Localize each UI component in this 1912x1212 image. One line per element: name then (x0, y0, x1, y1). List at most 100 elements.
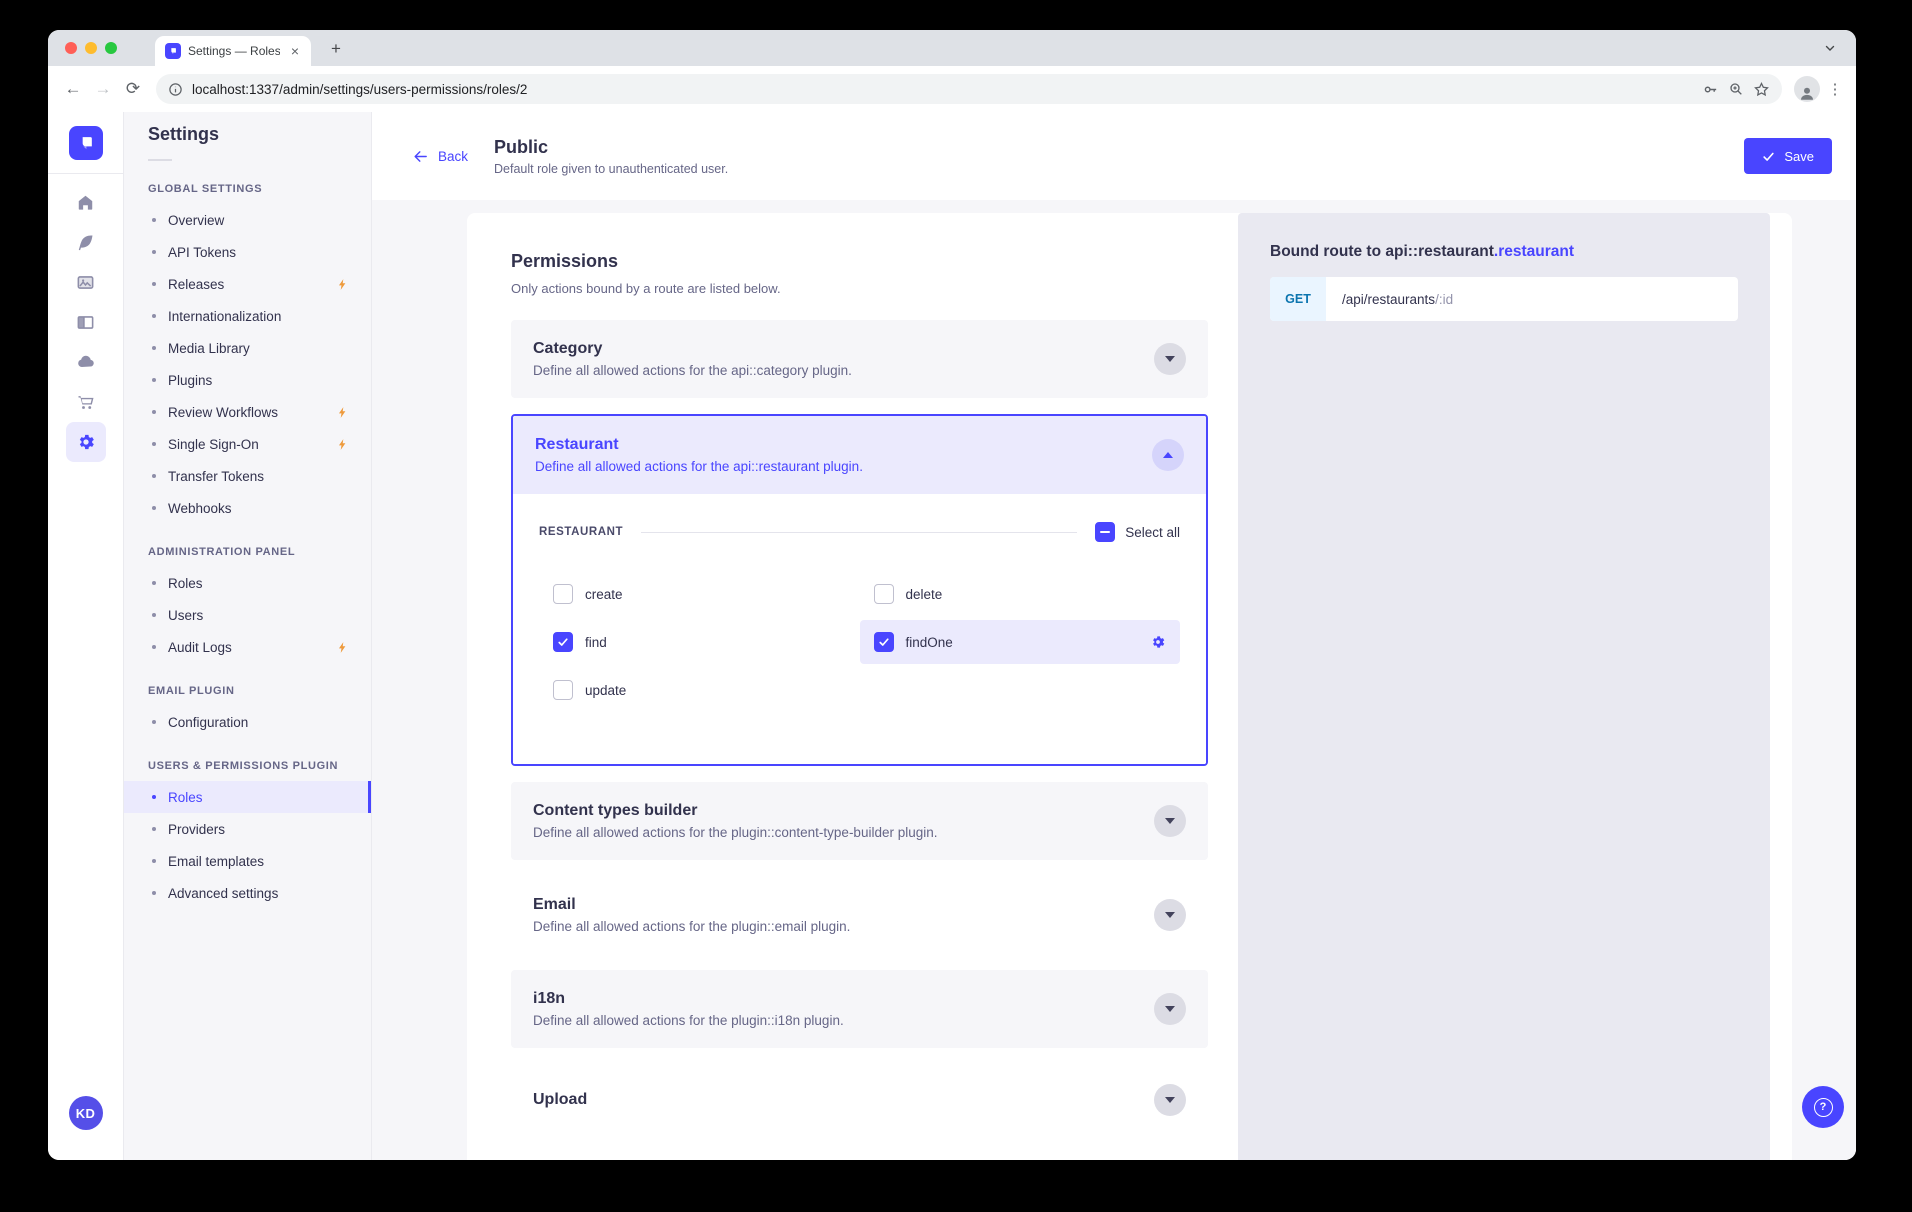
browser-tab[interactable]: Settings — Roles | Strapi × (155, 36, 311, 66)
back-label[interactable]: Back (438, 149, 468, 164)
content-manager-icon[interactable] (66, 222, 106, 262)
tab-search-chevron-icon[interactable] (1818, 37, 1842, 59)
sidebar-item-plugins[interactable]: Plugins (124, 364, 371, 396)
chevron-triangle (1165, 912, 1175, 918)
permission-section-row: RESTAURANTSelect all (539, 522, 1180, 542)
maximize-window-button[interactable] (105, 42, 117, 54)
browser-profile-avatar[interactable] (1794, 76, 1820, 102)
marketplace-cart-icon[interactable] (66, 382, 106, 422)
expand-chevron-icon[interactable] (1154, 993, 1186, 1025)
permission-row-findone[interactable]: findOne (860, 620, 1181, 664)
expand-chevron-icon[interactable] (1154, 805, 1186, 837)
zoom-page-icon[interactable] (1728, 81, 1744, 97)
permission-label: findOne (906, 635, 953, 650)
sidebar-item-releases[interactable]: Releases (124, 268, 371, 300)
expand-chevron-icon[interactable] (1154, 899, 1186, 931)
sidebar-item-api-tokens[interactable]: API Tokens (124, 236, 371, 268)
close-window-button[interactable] (65, 42, 77, 54)
permission-row-find[interactable]: find (539, 620, 860, 664)
checkbox-find[interactable] (553, 632, 573, 652)
sidebar-item-review-workflows[interactable]: Review Workflows (124, 396, 371, 428)
accordion-title-block: i18nDefine all allowed actions for the p… (533, 990, 844, 1028)
accordion-description: Define all allowed actions for the plugi… (533, 825, 938, 840)
permissions-subtitle: Only actions bound by a route are listed… (511, 281, 1208, 296)
sidebar-item-roles[interactable]: Roles (124, 781, 371, 813)
checkbox-findone[interactable] (874, 632, 894, 652)
accordion-description: Define all allowed actions for the api::… (533, 363, 852, 378)
browser-menu-icon[interactable]: ⋮ (1824, 75, 1846, 103)
checkbox-create[interactable] (553, 584, 573, 604)
strapi-favicon-icon (165, 43, 181, 59)
deploy-cloud-icon[interactable] (66, 342, 106, 382)
accordion-header-email[interactable]: EmailDefine all allowed actions for the … (511, 876, 1208, 954)
permissions-title: Permissions (511, 251, 1208, 272)
site-info-icon[interactable] (168, 82, 183, 97)
sidebar-item-providers[interactable]: Providers (124, 813, 371, 845)
accordion-header-category[interactable]: CategoryDefine all allowed actions for t… (511, 320, 1208, 398)
sidebar-item-webhooks[interactable]: Webhooks (124, 492, 371, 524)
route-path-main: /api/restaurants (1342, 292, 1435, 307)
sidebar-item-transfer-tokens[interactable]: Transfer Tokens (124, 460, 371, 492)
sidebar-item-audit-logs[interactable]: Audit Logs (124, 631, 371, 663)
new-tab-button[interactable]: + (323, 36, 349, 62)
url-text[interactable]: localhost:1337/admin/settings/users-perm… (192, 82, 1693, 97)
select-all-control[interactable]: Select all (1095, 522, 1180, 542)
reload-icon[interactable]: ⟳ (118, 74, 148, 104)
checkbox-delete[interactable] (874, 584, 894, 604)
chevron-triangle (1163, 452, 1173, 458)
bullet-icon (152, 250, 156, 254)
forward-navigation-icon[interactable]: → (88, 74, 118, 104)
accordion-header-restaurant[interactable]: RestaurantDefine all allowed actions for… (513, 416, 1206, 494)
sidebar-item-single-sign-on[interactable]: Single Sign-On (124, 428, 371, 460)
sidebar-item-email-templates[interactable]: Email templates (124, 845, 371, 877)
settings-gear-icon[interactable] (66, 422, 106, 462)
media-library-icon[interactable] (66, 262, 106, 302)
accordion-title-block: EmailDefine all allowed actions for the … (533, 896, 850, 934)
permission-row-update[interactable]: update (539, 668, 860, 712)
sidebar-item-label: Email templates (168, 854, 264, 869)
accordion-header-i18n[interactable]: i18nDefine all allowed actions for the p… (511, 970, 1208, 1048)
accordion-header-content-types-builder[interactable]: Content types builderDefine all allowed … (511, 782, 1208, 860)
close-tab-icon[interactable]: × (287, 42, 303, 60)
user-avatar[interactable]: KD (69, 1096, 103, 1130)
save-label: Save (1784, 149, 1814, 164)
password-key-icon[interactable] (1702, 81, 1719, 98)
sidebar-item-label: Review Workflows (168, 405, 278, 420)
content-type-builder-icon[interactable] (66, 302, 106, 342)
bullet-icon (152, 346, 156, 350)
lightning-icon (336, 438, 349, 451)
back-navigation-icon[interactable]: ← (58, 74, 88, 104)
address-bar[interactable]: localhost:1337/admin/settings/users-perm… (156, 74, 1782, 104)
permission-row-delete[interactable]: delete (860, 572, 1181, 616)
strapi-logo[interactable] (69, 126, 103, 160)
save-button[interactable]: Save (1744, 138, 1832, 174)
advanced-settings-cog-icon[interactable] (1150, 634, 1166, 650)
bullet-icon (152, 442, 156, 446)
sidebar-item-internationalization[interactable]: Internationalization (124, 300, 371, 332)
sidebar-item-roles[interactable]: Roles (124, 567, 371, 599)
subnav-section-global-settings: GLOBAL SETTINGS (124, 161, 371, 204)
subnav-section-email-plugin: EMAIL PLUGIN (124, 663, 371, 706)
bookmark-star-icon[interactable] (1753, 81, 1770, 98)
back-link[interactable]: Back (412, 148, 468, 165)
sidebar-item-advanced-settings[interactable]: Advanced settings (124, 877, 371, 909)
help-button[interactable]: ? (1802, 1086, 1844, 1128)
expand-chevron-icon[interactable] (1154, 343, 1186, 375)
sidebar-item-media-library[interactable]: Media Library (124, 332, 371, 364)
permission-label: update (585, 683, 626, 698)
permission-row-create[interactable]: create (539, 572, 860, 616)
sidebar-item-users[interactable]: Users (124, 599, 371, 631)
expand-chevron-icon[interactable] (1154, 1084, 1186, 1116)
route-path: /api/restaurants/:id (1326, 292, 1453, 307)
select-all-checkbox[interactable] (1095, 522, 1115, 542)
checkbox-update[interactable] (553, 680, 573, 700)
collapse-chevron-icon[interactable] (1152, 439, 1184, 471)
minimize-window-button[interactable] (85, 42, 97, 54)
accordion-title: Email (533, 896, 850, 914)
sidebar-item-configuration[interactable]: Configuration (124, 706, 371, 738)
home-icon[interactable] (66, 182, 106, 222)
accordion-title-block: Content types builderDefine all allowed … (533, 802, 938, 840)
accordion-header-upload[interactable]: Upload (511, 1064, 1208, 1136)
sidebar-item-overview[interactable]: Overview (124, 204, 371, 236)
subnav-section-users-permissions-plugin: USERS & PERMISSIONS PLUGIN (124, 738, 371, 781)
